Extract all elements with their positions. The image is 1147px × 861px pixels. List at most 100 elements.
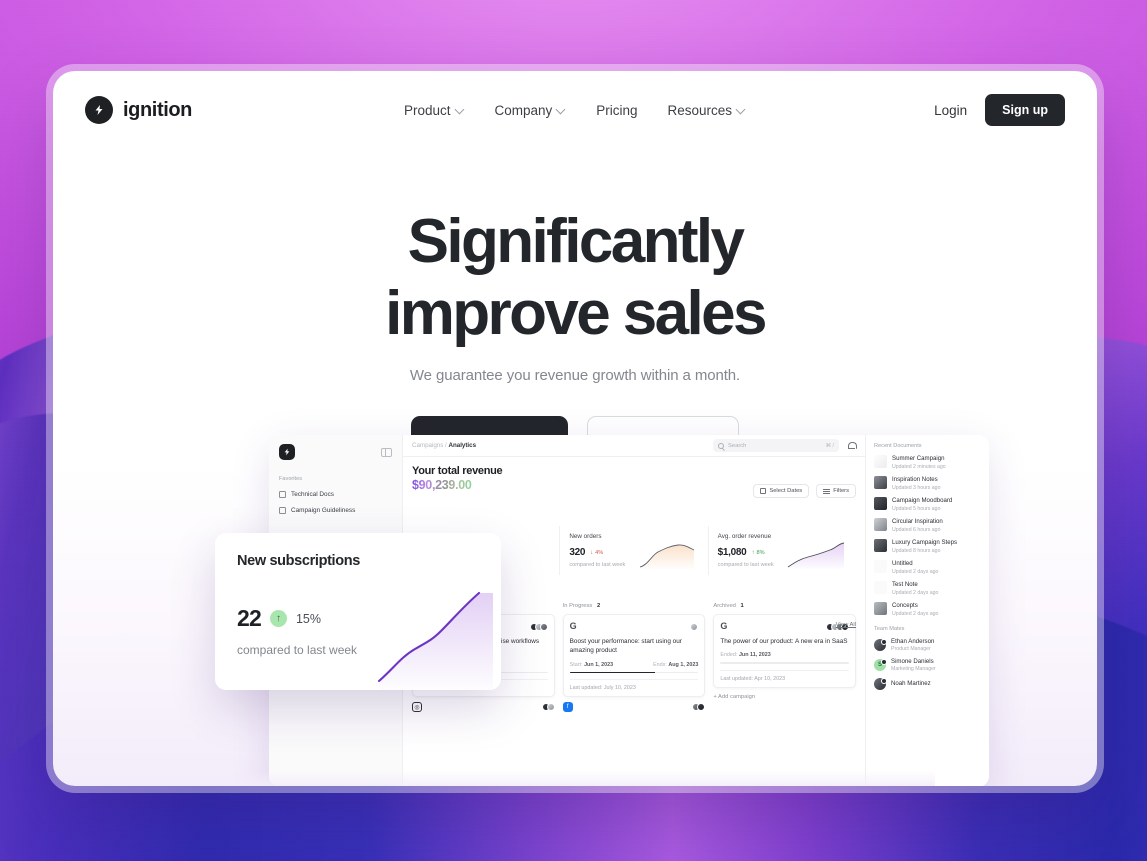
sidebar-toggle-icon[interactable] xyxy=(381,447,392,457)
signup-button[interactable]: Sign up xyxy=(985,94,1065,126)
team-mate-item[interactable]: Noah Martinez xyxy=(874,677,981,690)
filters-button[interactable]: Filters xyxy=(816,484,856,498)
stat-card-avg-order-revenue[interactable]: Avg. order revenue $1,080 ↑ 8% compared … xyxy=(707,526,856,575)
document-list-item[interactable]: Summer Campaign Updated 2 minutes ago xyxy=(874,455,981,470)
nav-actions: Login Sign up xyxy=(934,94,1065,126)
team-mate-role: Product Manager xyxy=(891,646,931,652)
kanban-card-dates: Ended: Jun 11, 2023 xyxy=(720,652,849,658)
document-icon xyxy=(279,507,286,514)
social-row: ◎ xyxy=(412,702,555,713)
brand-logo[interactable]: ignition xyxy=(85,96,192,124)
nav-item-product-label: Product xyxy=(403,102,451,118)
avatar xyxy=(690,622,699,631)
search-input[interactable]: Search ⌘ / xyxy=(713,439,839,452)
nav-item-pricing[interactable]: Pricing xyxy=(596,103,637,118)
kanban-start: Start: Jun 1, 2023 xyxy=(570,662,613,668)
kanban-column-archived: Archived 1 G 4 The power of our product:… xyxy=(713,603,857,712)
document-meta: Updated 2 days ago xyxy=(892,590,939,596)
document-list-item[interactable]: Campaign Moodboard Updated 5 hours ago xyxy=(874,497,981,512)
avatar-group xyxy=(529,622,548,631)
document-name: Circular Inspiration xyxy=(892,518,943,525)
document-thumbnail xyxy=(874,539,887,552)
sidebar-item-campaign-guideliness[interactable]: Campaign Guideliness xyxy=(279,507,392,514)
document-meta: Updated 2 minutes ago xyxy=(892,464,946,470)
hero-heading-line-1: Significantly xyxy=(407,207,745,276)
nav-item-company-label: Company xyxy=(494,102,553,118)
new-subscriptions-delta: 15% xyxy=(295,611,322,626)
document-icon xyxy=(279,491,286,498)
document-list-item[interactable]: Circular Inspiration Updated 6 hours ago xyxy=(874,518,981,533)
dashboard-right-rail: Recent Documents Summer Campaign Updated… xyxy=(865,435,989,786)
document-list-item[interactable]: Concepts Updated 2 days ago xyxy=(874,602,981,617)
kanban-start: Ended: Jun 11, 2023 xyxy=(720,652,770,658)
document-name: Untitled xyxy=(892,560,913,567)
nav-item-resources-label: Resources xyxy=(667,102,733,118)
document-name: Campaign Moodboard xyxy=(892,497,953,504)
landing-page-card: ignition Product Company Pricing Resourc… xyxy=(53,71,1097,786)
chevron-down-icon xyxy=(557,105,566,114)
kanban-card[interactable]: G 4 The power of our product: A new era … xyxy=(713,614,857,688)
document-thumbnail xyxy=(874,497,887,510)
add-campaign-button[interactable]: + Add campaign xyxy=(713,694,856,700)
filters-label: Filters xyxy=(833,488,849,494)
avatar: S xyxy=(874,658,887,671)
instagram-icon[interactable]: ◎ xyxy=(412,702,422,713)
team-mate-item[interactable]: Ethan Anderson Product Manager xyxy=(874,638,981,652)
new-subscriptions-value: 22 xyxy=(237,605,262,631)
document-list-item[interactable]: Untitled Updated 2 days ago xyxy=(874,560,981,575)
arrow-down-icon: ↓ xyxy=(590,549,594,556)
document-list-item[interactable]: Luxury Campaign Steps Updated 8 hours ag… xyxy=(874,539,981,554)
social-row: f xyxy=(562,702,706,713)
document-name: Test Note xyxy=(892,581,918,588)
kanban-progress-bar xyxy=(569,671,699,674)
team-mate-name: Simone Daniels xyxy=(891,658,934,665)
kanban-card[interactable]: G Boost your performance: start using ou… xyxy=(562,614,706,698)
sidebar-item-technical-docs[interactable]: Technical Docs xyxy=(279,491,392,498)
document-thumbnail xyxy=(874,518,887,531)
search-shortcut-hint: ⌘ / xyxy=(825,442,834,449)
kanban-count: 1 xyxy=(740,603,744,609)
view-all-link[interactable]: View All xyxy=(836,622,856,628)
kanban-status: Archived xyxy=(713,603,736,609)
stat-title: New orders xyxy=(569,533,602,540)
avatar-group xyxy=(541,703,555,712)
avatar xyxy=(874,677,887,690)
nav-item-product[interactable]: Product xyxy=(404,103,465,118)
login-link[interactable]: Login xyxy=(934,103,967,118)
select-dates-button[interactable]: Select Dates xyxy=(753,484,810,498)
avatar xyxy=(546,703,555,712)
facebook-icon[interactable]: f xyxy=(562,702,573,713)
document-name: Luxury Campaign Steps xyxy=(892,539,958,546)
document-list-item[interactable]: Inspiration Notes Updated 3 hours ago xyxy=(874,476,981,491)
kanban-end-label: Ends: xyxy=(653,661,667,668)
stat-value: 320 xyxy=(569,547,586,558)
document-thumbnail xyxy=(874,476,887,489)
filter-icon xyxy=(823,488,831,494)
google-icon: G xyxy=(569,621,577,631)
kanban-status: In Progress xyxy=(562,603,593,609)
team-mate-item[interactable]: S Simone Daniels Marketing Manager xyxy=(874,658,981,672)
document-meta: Updated 2 days ago xyxy=(892,611,939,617)
document-thumbnail xyxy=(874,455,887,468)
stat-delta: ↑ 8% xyxy=(751,550,764,556)
team-mate-role: Marketing Manager xyxy=(891,666,936,672)
dashboard-sidebar-header xyxy=(279,444,392,460)
nav-item-company[interactable]: Company xyxy=(494,103,566,118)
document-name: Inspiration Notes xyxy=(892,476,938,483)
revenue-title: Your total revenue xyxy=(412,465,503,477)
document-list-item[interactable]: Test Note Updated 2 days ago xyxy=(874,581,981,596)
plus-icon: + xyxy=(713,693,717,700)
chevron-down-icon xyxy=(455,105,464,114)
stat-card-new-orders[interactable]: New orders 320 ↓ 4% compared to last wee… xyxy=(559,526,707,575)
bell-icon[interactable] xyxy=(847,441,857,451)
avatar xyxy=(697,703,706,712)
arrow-up-icon: ↑ xyxy=(269,610,287,627)
breadcrumb-parent[interactable]: Campaigns xyxy=(412,442,443,449)
kanban-card-footer: Last updated: July 10, 2023 xyxy=(569,679,699,691)
avatar-group xyxy=(690,622,699,631)
nav-item-resources[interactable]: Resources xyxy=(668,103,747,118)
kanban-start-label: Ended: xyxy=(720,652,738,659)
new-subscriptions-sparkline xyxy=(377,591,493,690)
hero-heading-line-2: improve sales xyxy=(385,279,767,348)
sidebar-item-label: Technical Docs xyxy=(291,491,334,498)
